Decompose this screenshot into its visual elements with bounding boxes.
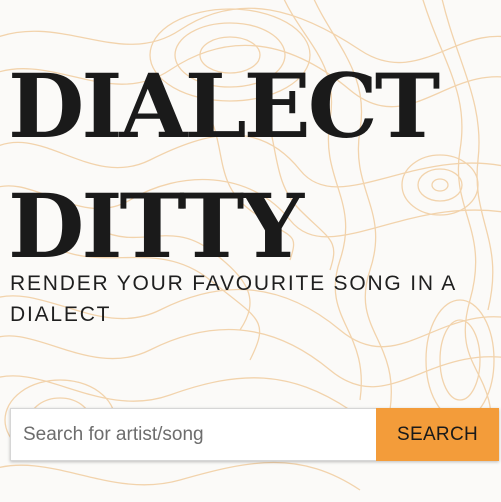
search-input[interactable] <box>10 408 376 461</box>
search-form: SEARCH <box>10 408 499 461</box>
app-title: DIALECT DITTY <box>8 46 440 286</box>
app-title-line-1: DIALECT <box>8 54 440 158</box>
search-button[interactable]: SEARCH <box>376 408 499 461</box>
app-subtitle: RENDER YOUR FAVOURITE SONG IN A DIALECT <box>10 272 456 326</box>
page: DIALECT DITTY RENDER YOUR FAVOURITE SONG… <box>0 0 501 502</box>
